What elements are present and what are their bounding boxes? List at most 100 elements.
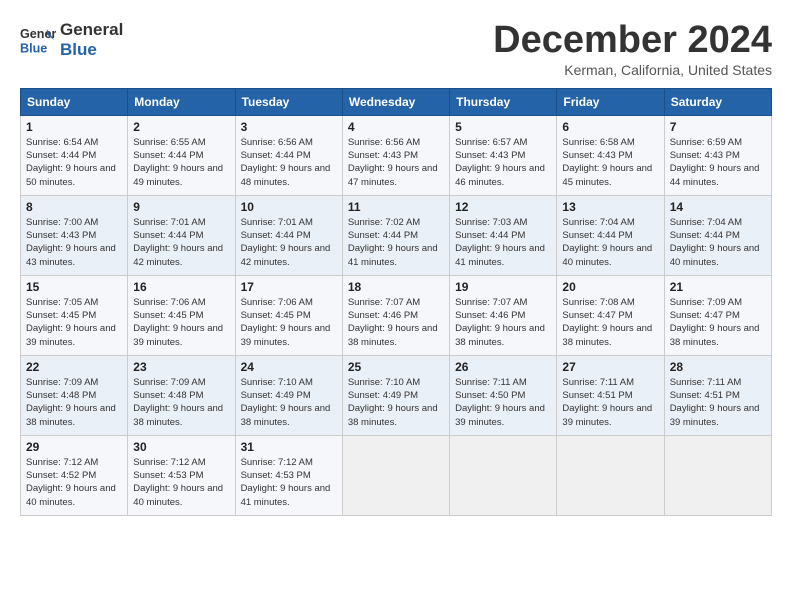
day-number: 31 <box>241 440 337 454</box>
sunrise-text: Sunrise: 7:12 AM <box>133 457 205 468</box>
day-number: 20 <box>562 280 658 294</box>
calendar-cell: 21Sunrise: 7:09 AMSunset: 4:47 PMDayligh… <box>664 275 771 355</box>
sunset-text: Sunset: 4:44 PM <box>670 230 740 241</box>
sunset-text: Sunset: 4:44 PM <box>26 150 96 161</box>
sunset-text: Sunset: 4:44 PM <box>348 230 418 241</box>
calendar-cell: 22Sunrise: 7:09 AMSunset: 4:48 PMDayligh… <box>21 355 128 435</box>
day-info: Sunrise: 7:04 AMSunset: 4:44 PMDaylight:… <box>670 216 766 269</box>
daylight-text: Daylight: 9 hours and 39 minutes. <box>562 403 652 427</box>
daylight-text: Daylight: 9 hours and 38 minutes. <box>348 323 438 347</box>
calendar-cell: 15Sunrise: 7:05 AMSunset: 4:45 PMDayligh… <box>21 275 128 355</box>
sunrise-text: Sunrise: 7:08 AM <box>562 297 634 308</box>
sunrise-text: Sunrise: 7:01 AM <box>241 217 313 228</box>
sunset-text: Sunset: 4:49 PM <box>348 390 418 401</box>
calendar-cell: 17 Sunrise: 7:06 AMSunset: 4:45 PMDayligh… <box>235 275 342 355</box>
logo: General Blue General Blue <box>20 20 123 61</box>
calendar-cell: 26Sunrise: 7:11 AMSunset: 4:50 PMDayligh… <box>450 355 557 435</box>
header-thursday: Thursday <box>450 88 557 115</box>
day-info: Sunrise: 7:08 AM Sunset: 4:47 PM Daylight:… <box>562 296 658 349</box>
day-info: Sunrise: 7:05 AMSunset: 4:45 PMDaylight:… <box>26 296 122 349</box>
calendar-cell: 23Sunrise: 7:09 AMSunset: 4:48 PMDayligh… <box>128 355 235 435</box>
daylight-text: Daylight: 9 hours and 38 minutes. <box>455 323 545 347</box>
day-info: Sunrise: 7:10 AMSunset: 4:49 PMDaylight:… <box>348 376 444 429</box>
calendar-cell: 3Sunrise: 6:56 AMSunset: 4:44 PMDaylight… <box>235 115 342 195</box>
calendar-cell: 19 Sunrise: 7:07 AMSunset: 4:46 PMDayligh… <box>450 275 557 355</box>
daylight-text: Daylight: 9 hours and 46 minutes. <box>455 163 545 187</box>
day-number: 28 <box>670 360 766 374</box>
sunset-text: Sunset: 4:50 PM <box>455 390 525 401</box>
day-info: Sunrise: 6:56 AMSunset: 4:43 PMDaylight:… <box>348 136 444 189</box>
daylight-text: Daylight: 9 hours and 47 minutes. <box>348 163 438 187</box>
logo-blue: Blue <box>60 40 123 60</box>
day-info: Sunrise: 7:09 AMSunset: 4:47 PMDaylight:… <box>670 296 766 349</box>
calendar-cell: 7Sunrise: 6:59 AMSunset: 4:43 PMDaylight… <box>664 115 771 195</box>
sunrise-text: Sunrise: 7:06 AM <box>133 297 205 308</box>
day-number: 8 <box>26 200 122 214</box>
sunset-text: Sunset: 4:43 PM <box>455 150 525 161</box>
sunset-text: Sunset: 4:43 PM <box>670 150 740 161</box>
calendar-week-4: 22Sunrise: 7:09 AMSunset: 4:48 PMDayligh… <box>21 355 772 435</box>
day-number: 21 <box>670 280 766 294</box>
sunset-text: Sunset: 4:48 PM <box>26 390 96 401</box>
calendar-week-2: 8 Sunrise: 7:00 AM Sunset: 4:43 PM Daylight… <box>21 195 772 275</box>
calendar-cell <box>664 435 771 515</box>
day-info: Sunrise: 7:09 AMSunset: 4:48 PMDaylight:… <box>133 376 229 429</box>
sunset-text: Sunset: 4:47 PM <box>562 310 632 321</box>
sunrise-text: Sunrise: 7:03 AM <box>455 217 527 228</box>
calendar-cell: 13Sunrise: 7:04 AMSunset: 4:44 PMDayligh… <box>557 195 664 275</box>
calendar-cell: 24Sunrise: 7:10 AMSunset: 4:49 PMDayligh… <box>235 355 342 435</box>
sunset-text: Sunset: 4:43 PM <box>26 230 96 241</box>
daylight-text: Daylight: 9 hours and 40 minutes. <box>670 243 760 267</box>
day-info: Sunrise: 7:11 AMSunset: 4:51 PMDaylight:… <box>670 376 766 429</box>
day-info: Sunrise: 7:00 AM Sunset: 4:43 PM Daylight:… <box>26 216 122 269</box>
sunset-text: Sunset: 4:47 PM <box>670 310 740 321</box>
daylight-text: Daylight: 9 hours and 39 minutes. <box>455 403 545 427</box>
day-info: Sunrise: 7:07 AMSunset: 4:46 PMDaylight:… <box>455 296 551 349</box>
daylight-text: Daylight: 9 hours and 40 minutes. <box>26 483 116 507</box>
sunrise-text: Sunrise: 7:02 AM <box>348 217 420 228</box>
day-number: 18 <box>348 280 444 294</box>
calendar-cell: 4Sunrise: 6:56 AMSunset: 4:43 PMDaylight… <box>342 115 449 195</box>
daylight-text: Daylight: 9 hours and 38 minutes. <box>562 323 652 347</box>
sunset-text: Sunset: 4:43 PM <box>562 150 632 161</box>
day-info: Sunrise: 7:06 AMSunset: 4:45 PMDaylight:… <box>241 296 337 349</box>
daylight-text: Daylight: 9 hours and 39 minutes. <box>133 323 223 347</box>
day-info: Sunrise: 7:09 AMSunset: 4:48 PMDaylight:… <box>26 376 122 429</box>
day-number: 19 <box>455 280 551 294</box>
sunrise-text: Sunrise: 7:04 AM <box>562 217 634 228</box>
sunset-text: Sunset: 4:45 PM <box>133 310 203 321</box>
calendar-cell <box>450 435 557 515</box>
day-number: 30 <box>133 440 229 454</box>
calendar-cell: 11Sunrise: 7:02 AMSunset: 4:44 PMDayligh… <box>342 195 449 275</box>
day-number: 16 <box>133 280 229 294</box>
sunset-text: Sunset: 4:44 PM <box>562 230 632 241</box>
day-info: Sunrise: 7:11 AMSunset: 4:51 PMDaylight:… <box>562 376 658 429</box>
sunrise-text: Sunrise: 7:01 AM <box>133 217 205 228</box>
day-number: 9 <box>133 200 229 214</box>
day-number: 17 <box>241 280 337 294</box>
title-area: December 2024 Kerman, California, United… <box>493 20 772 78</box>
page-header: General Blue General Blue December 2024 … <box>20 20 772 78</box>
calendar-cell: 25Sunrise: 7:10 AMSunset: 4:49 PMDayligh… <box>342 355 449 435</box>
day-info: Sunrise: 6:56 AMSunset: 4:44 PMDaylight:… <box>241 136 337 189</box>
daylight-text: Daylight: 9 hours and 40 minutes. <box>133 483 223 507</box>
header-sunday: Sunday <box>21 88 128 115</box>
daylight-text: Daylight: 9 hours and 39 minutes. <box>26 323 116 347</box>
location: Kerman, California, United States <box>493 62 772 78</box>
calendar-cell: 29Sunrise: 7:12 AMSunset: 4:52 PMDayligh… <box>21 435 128 515</box>
calendar-cell: 5Sunrise: 6:57 AMSunset: 4:43 PMDaylight… <box>450 115 557 195</box>
header-saturday: Saturday <box>664 88 771 115</box>
sunset-text: Sunset: 4:46 PM <box>455 310 525 321</box>
calendar-cell: 12Sunrise: 7:03 AMSunset: 4:44 PMDayligh… <box>450 195 557 275</box>
daylight-text: Daylight: 9 hours and 43 minutes. <box>26 243 116 267</box>
daylight-text: Daylight: 9 hours and 49 minutes. <box>133 163 223 187</box>
header-tuesday: Tuesday <box>235 88 342 115</box>
sunrise-text: Sunrise: 6:57 AM <box>455 137 527 148</box>
calendar-cell: 18 Sunrise: 7:07 AMSunset: 4:46 PMDayligh… <box>342 275 449 355</box>
svg-text:Blue: Blue <box>20 42 47 56</box>
logo-icon: General Blue <box>20 22 56 58</box>
sunrise-text: Sunrise: 7:00 AM <box>26 217 98 228</box>
sunrise-text: Sunrise: 7:09 AM <box>670 297 742 308</box>
day-number: 10 <box>241 200 337 214</box>
day-info: Sunrise: 7:07 AMSunset: 4:46 PMDaylight:… <box>348 296 444 349</box>
